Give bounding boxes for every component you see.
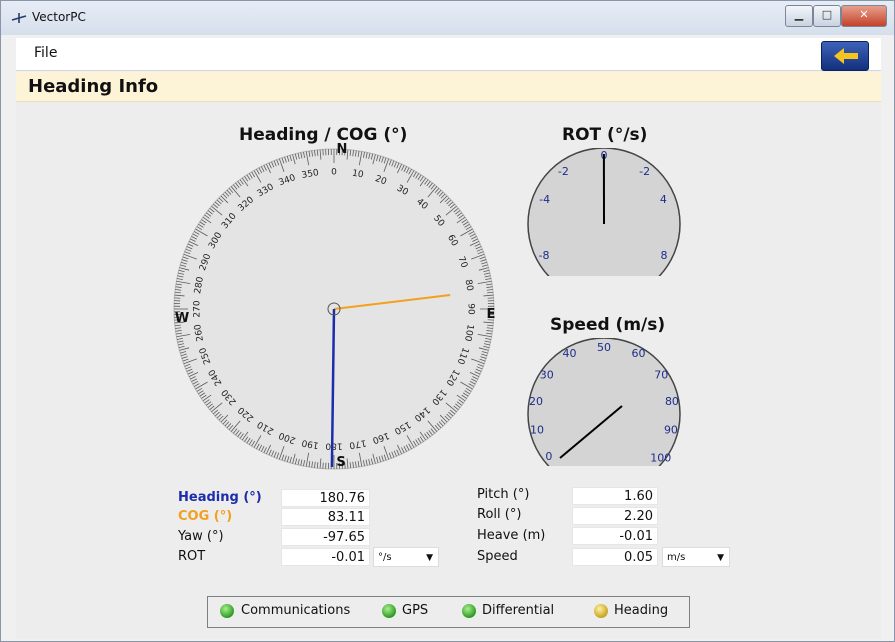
differential-status-icon [462,604,476,618]
compass-north-label: N [337,142,348,157]
speed-gauge-scale-label: 70 [654,368,668,381]
pitch-value: 1.60 [572,487,658,505]
roll-label: Roll (°) [477,507,522,522]
status-gps: GPS [402,603,429,618]
compass-tick-label: 0 [331,168,337,178]
cog-value: 83.11 [281,508,370,526]
communications-status-icon [220,604,234,618]
title-bar: VectorPC ▁ □ ✕ [1,1,894,35]
rot-unit-select[interactable]: °/s ▼ [373,547,439,567]
speed-gauge-scale-label: 90 [664,424,678,437]
status-communications: Communications [241,603,351,618]
speed-gauge-scale-label: 80 [665,395,679,408]
maximize-icon: □ [821,8,833,21]
rot-gauge-scale-label: -4 [539,193,550,206]
rot-gauge-title: ROT (°/s) [562,125,648,145]
rot-gauge-scale-label: 4 [660,193,667,206]
rot-label: ROT [178,549,206,564]
speed-unit-select[interactable]: m/s ▼ [662,547,730,567]
speed-gauge-face [527,338,681,466]
chevron-down-icon: ▼ [717,553,724,563]
gps-status-icon [382,604,396,618]
speed-gauge-scale-label: 50 [597,341,611,354]
vectorpc-window: VectorPC ▁ □ ✕ File Heading Info Heading… [0,0,895,642]
window-title: VectorPC [32,10,86,24]
speed-gauge-scale-label: 40 [563,347,577,360]
heading-status-icon [594,604,608,618]
speed-gauge-title: Speed (m/s) [550,315,666,335]
close-button[interactable]: ✕ [841,5,887,27]
yaw-value: -97.65 [281,528,370,546]
compass-tick-label: 10 [351,169,364,181]
page-header: Heading Info [16,72,881,102]
speed-gauge-scale-label: 30 [540,368,554,381]
app-icon [11,13,27,23]
compass-tick-label: 90 [466,303,476,315]
maximize-button[interactable]: □ [813,5,841,27]
rot-gauge-scale-label: -8 [538,249,549,262]
speed-gauge-scale-label: 20 [529,395,543,408]
compass-tick-label: 270 [193,300,203,317]
heading-compass-dial: 0 10 2030405060708090100110120130140150160… [173,142,496,470]
back-button[interactable] [821,41,869,71]
close-icon: ✕ [859,8,869,21]
speed-value: 0.05 [572,548,658,566]
menu-file[interactable]: File [34,45,57,61]
speed-gauge-scale-label: 10 [530,424,544,437]
cog-label: COG (°) [178,509,233,524]
rot-gauge-scale-label: 8 [661,249,668,262]
rot-unit-text: °/s [378,552,392,563]
rot-gauge-scale-label: -2 [639,165,650,178]
compass-west-label: W [175,311,189,326]
speed-gauge-scale-label: 0 [545,450,552,463]
status-bar: Communications GPS Differential Heading [207,596,690,628]
page-title: Heading Info [28,76,159,97]
compass-tick-label: 180 [325,441,342,451]
heading-gauge-title: Heading / COG (°) [239,125,408,145]
minimize-button[interactable]: ▁ [785,5,813,27]
speed-gauge-scale-label: 60 [632,347,646,360]
speed-label: Speed [477,549,518,564]
speed-unit-text: m/s [667,552,686,563]
minimize-icon: ▁ [794,8,804,21]
status-heading: Heading [614,603,669,618]
compass-east-label: E [487,307,496,322]
pitch-label: Pitch (°) [477,487,530,502]
compass-south-label: S [336,455,345,470]
rot-gauge-dial: 0-2-2-44-88 [527,148,681,276]
compass-tick-label: 80 [463,279,475,292]
main-content: Heading / COG (°) 0 10 20 30 40 50 60 70 80 90 100… [16,102,881,639]
rot-gauge-scale-label: -2 [558,165,569,178]
menu-bar: File [16,38,881,71]
heading-value: 180.76 [281,489,370,507]
roll-value: 2.20 [572,507,658,525]
rot-value: -0.01 [281,548,370,566]
back-arrow-icon [834,48,858,64]
status-differential: Differential [482,603,555,618]
speed-gauge-dial: 010 20 30 40 50 60 70 80 90 100 [527,338,681,466]
speed-gauge-scale-label: 100 [650,451,671,464]
yaw-label: Yaw (°) [178,529,224,544]
chevron-down-icon: ▼ [426,553,433,563]
heading-label: Heading (°) [178,490,262,505]
heave-value: -0.01 [572,527,658,545]
heave-label: Heave (m) [477,528,546,543]
